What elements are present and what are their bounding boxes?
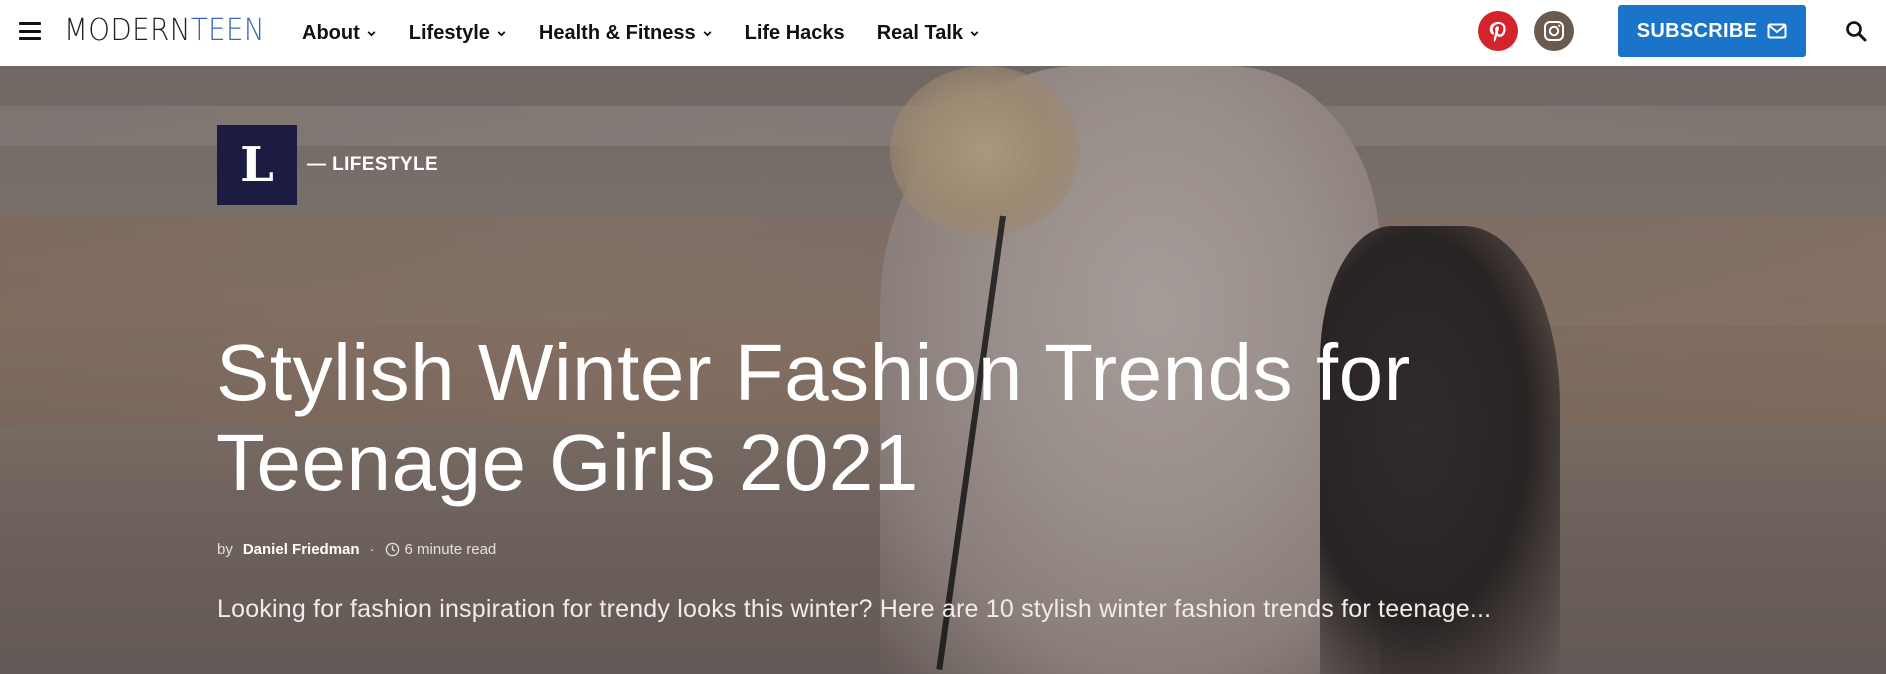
menu-item-label: About	[302, 21, 360, 44]
pinterest-link[interactable]	[1478, 11, 1518, 51]
instagram-icon	[1544, 21, 1564, 41]
menu-item-lifestyle[interactable]: Lifestyle	[409, 22, 507, 45]
logo-text-accent: TEEN	[190, 13, 266, 48]
article-excerpt: Looking for fashion inspiration for tren…	[217, 595, 1492, 623]
menu-item-label: Life Hacks	[744, 21, 845, 44]
author-link[interactable]: Daniel Friedman	[243, 541, 360, 558]
menu-item-real-talk[interactable]: Real Talk	[877, 22, 980, 45]
menu-item-health-fitness[interactable]: Health & Fitness	[539, 22, 713, 45]
byline-prefix: by	[217, 541, 233, 558]
subscribe-label: SUBSCRIBE	[1636, 19, 1758, 42]
category-badge[interactable]: L	[217, 125, 297, 205]
featured-article-hero[interactable]: L — LIFESTYLE Stylish Winter Fashion Tre…	[0, 66, 1886, 674]
chevron-down-icon	[497, 30, 506, 36]
logo-text-main: MODERN	[64, 13, 191, 48]
site-logo[interactable]: MODERNTEEN	[64, 13, 265, 48]
subscribe-button[interactable]: SUBSCRIBE	[1618, 5, 1806, 57]
main-menu: About Lifestyle Health & Fitness Life Ha…	[302, 0, 1012, 66]
menu-item-label: Lifestyle	[408, 21, 490, 44]
clock-icon	[385, 542, 399, 557]
menu-item-life-hacks[interactable]: Life Hacks	[745, 22, 845, 45]
search-button[interactable]	[1845, 20, 1869, 44]
top-navigation: MODERNTEEN About Lifestyle Health & Fitn…	[0, 0, 1886, 66]
article-meta: by Daniel Friedman · 6 minute read	[217, 541, 496, 558]
category-link[interactable]: — LIFESTYLE	[307, 154, 438, 176]
menu-icon[interactable]	[19, 22, 41, 40]
menu-item-label: Real Talk	[876, 21, 964, 44]
menu-item-label: Health & Fitness	[538, 21, 696, 44]
chevron-down-icon	[703, 30, 712, 36]
read-time: 6 minute read	[404, 541, 497, 558]
category-letter: L	[240, 137, 274, 193]
article-title[interactable]: Stylish Winter Fashion Trends for Teenag…	[216, 328, 1576, 508]
search-icon	[1846, 21, 1867, 42]
chevron-down-icon	[367, 30, 376, 36]
chevron-down-icon	[970, 30, 979, 36]
instagram-link[interactable]	[1534, 11, 1574, 51]
mail-icon	[1767, 23, 1787, 39]
meta-separator: ·	[369, 541, 375, 558]
pinterest-icon	[1489, 21, 1506, 42]
menu-item-about[interactable]: About	[302, 22, 377, 45]
